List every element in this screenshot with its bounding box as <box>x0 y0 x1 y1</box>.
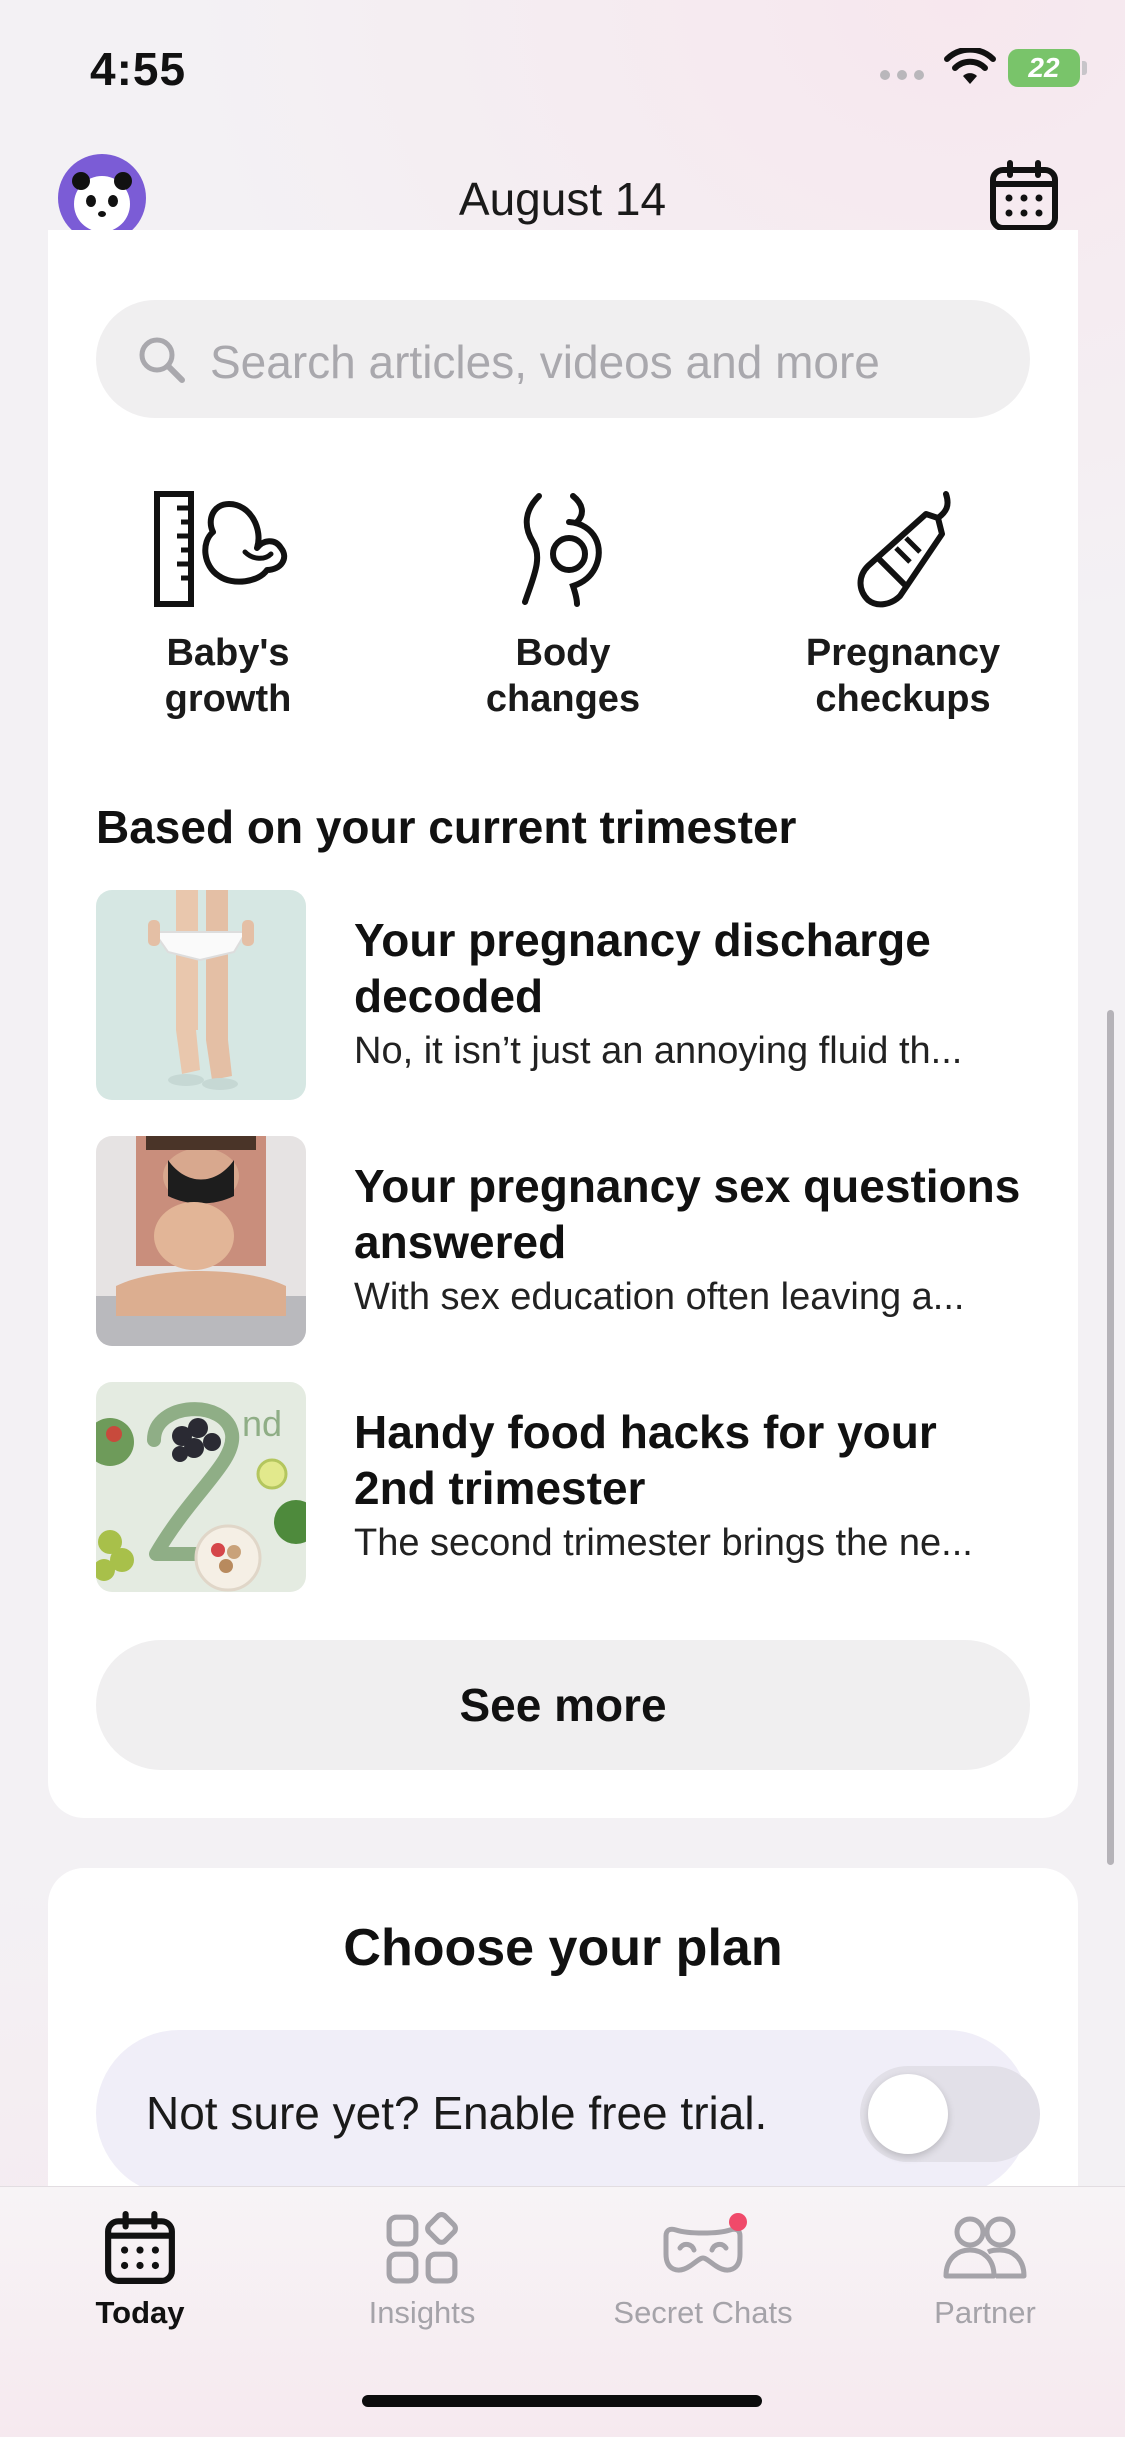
tab-label: Today <box>95 2295 185 2330</box>
category-label-line1: Pregnancy <box>805 632 1001 674</box>
tab-secret-chats[interactable]: Secret Chats <box>563 2211 843 2331</box>
article-title: Your pregnancy discharge decoded <box>354 914 931 1022</box>
status-bar: 4:55 22 <box>0 0 1125 140</box>
tab-today[interactable]: Today <box>0 2211 280 2331</box>
article-thumbnail <box>96 1136 306 1346</box>
tab-label: Secret Chats <box>613 2295 793 2330</box>
article-card[interactable]: nd Handy food hacks for your 2nd trimest… <box>96 1382 1030 1592</box>
search-icon <box>139 337 185 383</box>
article-title: Handy food hacks for your 2nd trimester <box>354 1406 937 1514</box>
category-pregnancy-checkups[interactable]: Pregnancy checkups <box>753 490 1053 722</box>
notification-dot <box>729 2213 747 2231</box>
category-body-changes[interactable]: Body changes <box>413 490 713 722</box>
tab-insights[interactable]: Insights <box>282 2211 562 2331</box>
signal-dots-icon <box>880 70 924 80</box>
section-title: Based on your current trimester <box>96 801 797 853</box>
battery-level: 22 <box>1028 52 1060 83</box>
search-input[interactable]: Search articles, videos and more <box>96 300 1030 418</box>
status-time: 4:55 <box>90 43 187 95</box>
article-title: Your pregnancy sex questions answered <box>354 1160 1021 1268</box>
article-description: The second trimester brings the ne... <box>354 1522 973 1564</box>
calendar-icon <box>105 2211 175 2284</box>
battery-cap <box>1082 61 1087 75</box>
baby-growth-icon <box>154 491 288 607</box>
thumbnail-text: nd <box>242 1403 282 1444</box>
body-changes-icon <box>522 493 602 607</box>
category-label-line2: growth <box>164 678 292 720</box>
toggle-knob <box>868 2074 948 2154</box>
article-card[interactable]: Your pregnancy sex questions answered Wi… <box>96 1136 1030 1346</box>
category-label-line1: Baby's <box>166 632 290 674</box>
wifi-icon <box>944 48 996 84</box>
content-card: Search articles, videos and more Baby's g… <box>48 230 1078 1818</box>
category-label-line1: Body <box>515 632 611 674</box>
calendar-icon[interactable] <box>988 160 1060 232</box>
free-trial-row[interactable]: Not sure yet? Enable free trial. <box>96 2030 1040 2196</box>
insights-icon <box>386 2212 458 2284</box>
page-title: August 14 <box>458 173 667 225</box>
ultrasound-probe-icon <box>857 491 951 608</box>
home-indicator <box>362 2395 762 2407</box>
article-thumbnail <box>96 890 306 1100</box>
mask-icon <box>663 2213 747 2273</box>
see-more-button[interactable]: See more <box>96 1640 1030 1770</box>
category-label-line2: changes <box>485 678 641 720</box>
battery-icon: 22 <box>1008 49 1080 87</box>
plan-title: Choose your plan <box>343 1919 783 1977</box>
article-thumbnail: nd <box>96 1382 306 1592</box>
tab-partner[interactable]: Partner <box>845 2211 1125 2331</box>
category-babys-growth[interactable]: Baby's growth <box>78 490 378 722</box>
tab-label: Insights <box>368 2295 476 2330</box>
scroll-indicator <box>1107 1010 1114 1865</box>
tab-label: Partner <box>934 2295 1036 2330</box>
article-description: With sex education often leaving a... <box>354 1276 965 1318</box>
article-card[interactable]: Your pregnancy discharge decoded No, it … <box>96 890 1030 1100</box>
article-description: No, it isn’t just an annoying fluid th..… <box>354 1030 963 1072</box>
category-label-line2: checkups <box>815 678 991 720</box>
search-placeholder: Search articles, videos and more <box>210 336 880 388</box>
partner-icon <box>943 2216 1027 2279</box>
free-trial-toggle[interactable] <box>860 2066 1040 2162</box>
category-row: Baby's growth Body changes Pregnancy checku… <box>48 490 1078 730</box>
free-trial-label: Not sure yet? Enable free trial. <box>146 2087 768 2139</box>
